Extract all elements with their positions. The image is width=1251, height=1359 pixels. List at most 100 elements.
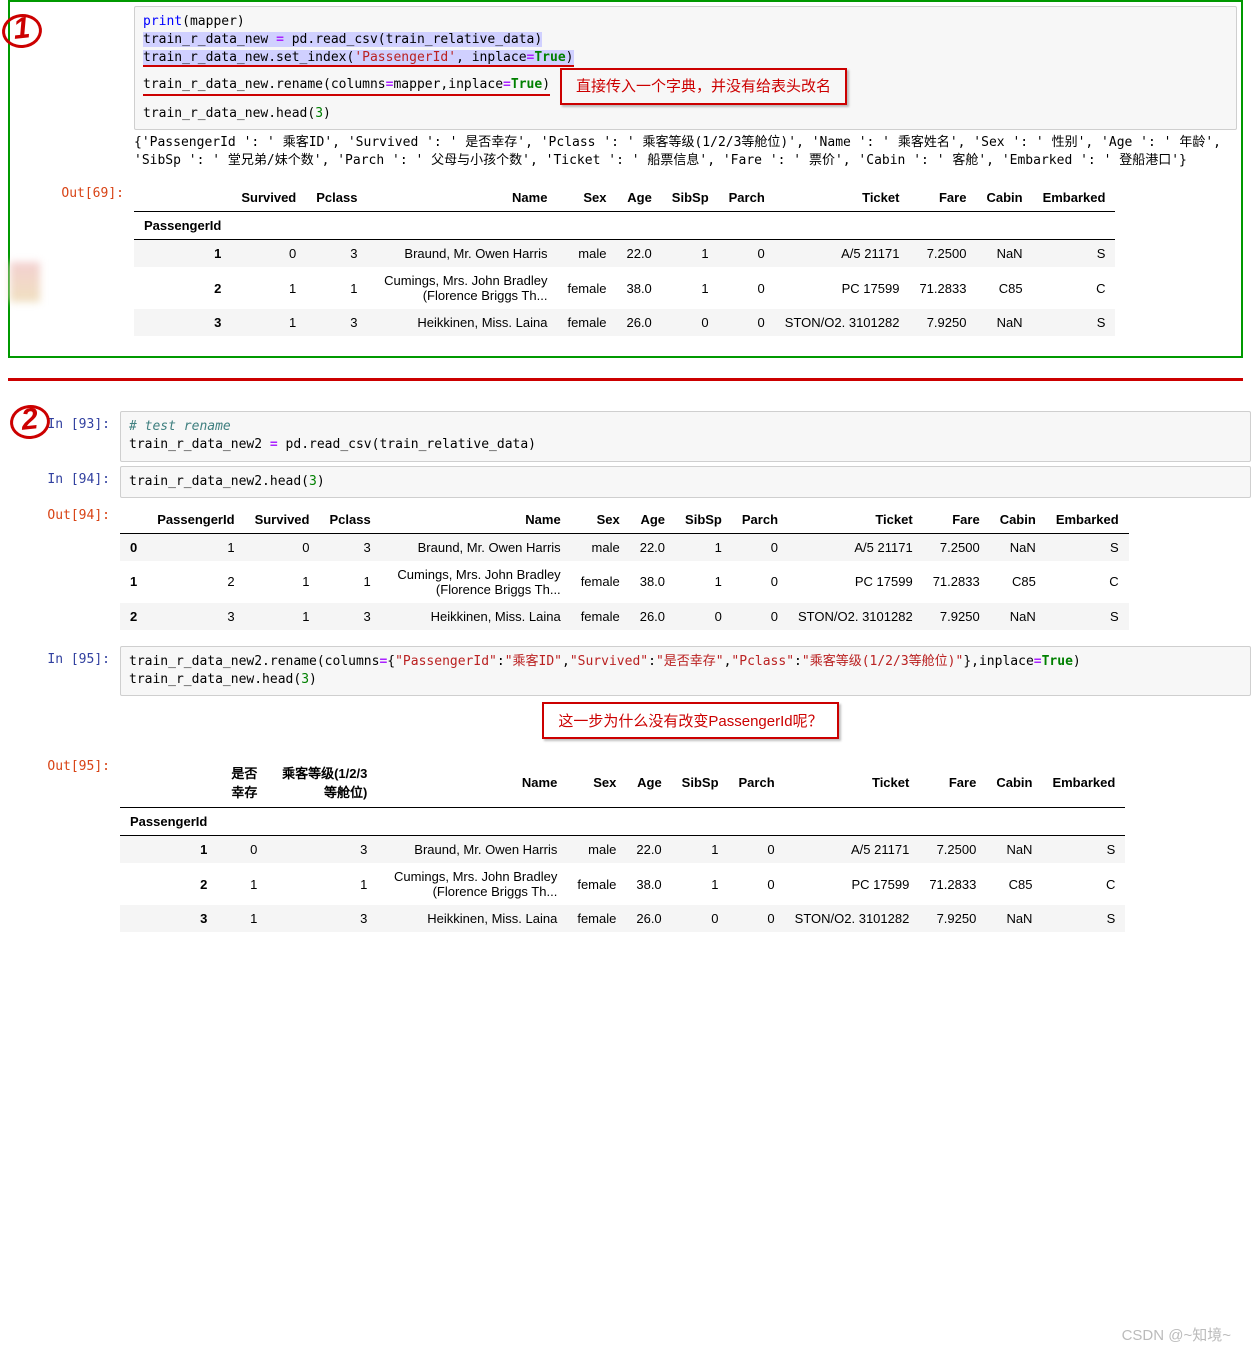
table-cell: S (1042, 905, 1125, 932)
table-cell: S (1033, 309, 1116, 336)
code-token: { (387, 654, 395, 669)
col-header: Name (381, 506, 571, 534)
code-cell-93: In [93]: # test rename train_r_data_new2… (0, 411, 1251, 461)
table-header-row: Survived Pclass Name Sex Age SibSp Parch… (134, 184, 1115, 212)
table-cell: 0 (672, 905, 729, 932)
in-prompt-94: In [94]: (0, 466, 120, 498)
col-header: Parch (719, 184, 775, 212)
table-cell: 1 (231, 309, 306, 336)
table-cell: 0 (729, 863, 785, 905)
col-header: 乘客等级(1/2/3等舱位) (267, 757, 377, 808)
table-cell: 1 (662, 240, 719, 268)
table-cell: 0 (231, 240, 306, 268)
code-token: , (562, 654, 570, 669)
table-cell: 7.9250 (923, 603, 990, 630)
table-cell: female (567, 863, 626, 905)
table-cell: NaN (976, 309, 1032, 336)
table-cell: PC 17599 (785, 863, 920, 905)
table-cell: Heikkinen, Miss. Laina (377, 905, 567, 932)
col-header: Survived (245, 506, 320, 534)
table-cell: Cumings, Mrs. John Bradley (Florence Bri… (377, 863, 567, 905)
table-cell: C85 (976, 267, 1032, 309)
table-cell: C85 (986, 863, 1042, 905)
col-header: Sex (571, 506, 630, 534)
table-cell: 38.0 (630, 561, 675, 603)
col-header: SibSp (662, 184, 719, 212)
table-cell: 0 (732, 561, 788, 603)
annotation-note-2: 这一步为什么没有改变PassengerId呢？ (542, 702, 838, 739)
code-input-95[interactable]: train_r_data_new2.rename(columns={"Passe… (120, 646, 1251, 696)
col-header: Embarked (1033, 184, 1116, 212)
col-header: Parch (729, 757, 785, 808)
table-cell: 7.2500 (909, 240, 976, 268)
table-cell: STON/O2. 3101282 (788, 603, 923, 630)
table-cell: male (571, 533, 630, 561)
col-header: Cabin (990, 506, 1046, 534)
code-token: ) (309, 672, 317, 687)
table-cell: 38.0 (626, 863, 671, 905)
dataframe-table-1: Survived Pclass Name Sex Age SibSp Parch… (134, 184, 1115, 336)
col-header: Sex (567, 757, 626, 808)
code-token: ) (566, 50, 574, 65)
code-input-93[interactable]: # test rename train_r_data_new2 = pd.rea… (120, 411, 1251, 461)
table-cell: NaN (990, 603, 1046, 630)
code-token: train_r_data_new2.head( (129, 474, 309, 489)
col-header: Ticket (785, 757, 920, 808)
table-cell: 3 (267, 905, 377, 932)
table-cell: STON/O2. 3101282 (785, 905, 920, 932)
table-cell: 1 (672, 836, 729, 864)
table-cell: 22.0 (616, 240, 661, 268)
col-header: Cabin (986, 757, 1042, 808)
table-cell: Braund, Mr. Owen Harris (381, 533, 571, 561)
table-cell: 1 (231, 267, 306, 309)
col-header: Sex (557, 184, 616, 212)
col-header: Age (626, 757, 671, 808)
code-input-94[interactable]: train_r_data_new2.head(3) (120, 466, 1251, 498)
code-token: "Survived" (570, 654, 648, 669)
table-cell: 26.0 (626, 905, 671, 932)
code-token: : (497, 654, 505, 669)
index-name: PassengerId (120, 808, 217, 836)
out-prompt-94: Out[94]: (0, 502, 120, 642)
table-cell: PC 17599 (788, 561, 923, 603)
table-cell: A/5 21171 (785, 836, 920, 864)
table-cell: female (557, 267, 616, 309)
table-cell: 1 (147, 533, 244, 561)
code-token: True (534, 50, 565, 65)
table-cell: 0 (729, 836, 785, 864)
table-cell: male (567, 836, 626, 864)
table-cell: 71.2833 (919, 863, 986, 905)
blur-artifact (10, 262, 40, 302)
table-row: 313Heikkinen, Miss. Lainafemale26.000STO… (120, 905, 1125, 932)
code-token: = (503, 77, 511, 92)
row-index: 3 (134, 309, 231, 336)
table-cell: 1 (306, 267, 367, 309)
code-token: mapper,inplace (393, 77, 503, 92)
table-cell: female (567, 905, 626, 932)
col-header: Name (377, 757, 567, 808)
table-row: 103Braund, Mr. Owen Harrismale22.010A/5 … (134, 240, 1115, 268)
col-header: 是否幸存 (217, 757, 267, 808)
col-header: Ticket (775, 184, 910, 212)
code-input-top[interactable]: print(mapper) train_r_data_new = pd.read… (134, 6, 1237, 130)
table-cell: 0 (675, 603, 732, 630)
table-cell: S (1046, 603, 1129, 630)
table-cell: 0 (719, 240, 775, 268)
col-header: Embarked (1046, 506, 1129, 534)
index-name-row: PassengerId (120, 808, 1125, 836)
table-cell: 1 (662, 267, 719, 309)
code-token: = (1034, 654, 1042, 669)
row-index: 1 (120, 561, 147, 603)
code-token: train_r_data_new (143, 32, 276, 47)
col-header: Parch (732, 506, 788, 534)
table-cell: 1 (675, 561, 732, 603)
output-cell-top: Out[69]: Survived Pclass Name Sex Age Si… (14, 180, 1237, 348)
table-cell: 7.9250 (919, 905, 986, 932)
table-cell: 3 (147, 603, 244, 630)
table-cell: 3 (319, 603, 380, 630)
code-cell-95: In [95]: train_r_data_new2.rename(column… (0, 646, 1251, 749)
code-token: train_r_data_new2 (129, 437, 270, 452)
code-token: train_r_data_new.head( (143, 106, 315, 121)
col-header: Fare (923, 506, 990, 534)
dataframe-table-3: 是否幸存 乘客等级(1/2/3等舱位) Name Sex Age SibSp P… (120, 757, 1125, 932)
